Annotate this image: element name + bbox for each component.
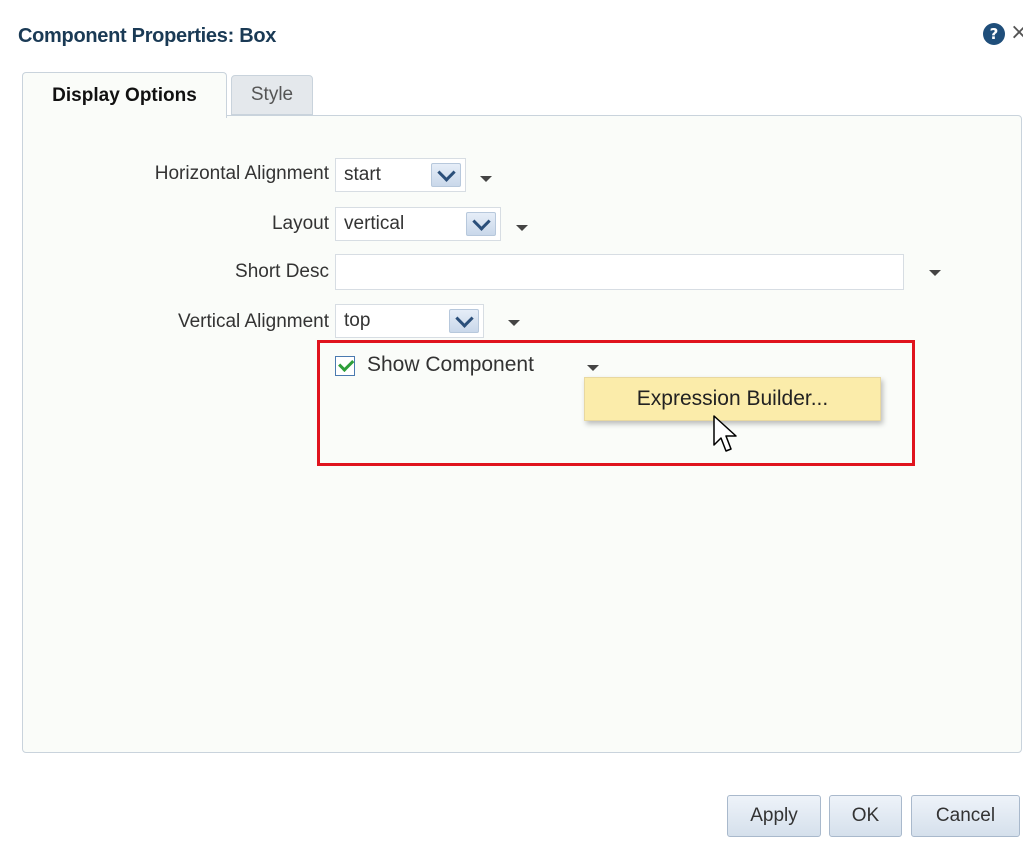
layout-select[interactable]: vertical: [335, 207, 501, 241]
layout-menu-icon[interactable]: [516, 225, 528, 231]
chevron-down-icon[interactable]: [431, 162, 461, 187]
chevron-down-icon[interactable]: [449, 308, 479, 333]
vertical-alignment-value: top: [344, 310, 371, 331]
show-component-menu-icon[interactable]: [587, 365, 599, 371]
horizontal-alignment-select[interactable]: start: [335, 158, 466, 192]
dialog-title: Component Properties: Box: [18, 25, 277, 47]
close-icon[interactable]: ×: [1010, 20, 1023, 45]
layout-value: vertical: [344, 213, 405, 234]
tab-style[interactable]: Style: [231, 75, 313, 115]
layout-label: Layout: [271, 213, 329, 234]
cancel-button[interactable]: Cancel: [911, 795, 1020, 837]
mouse-pointer-icon: [713, 415, 737, 452]
short-desc-menu-icon[interactable]: [929, 270, 941, 276]
horizontal-alignment-label: Horizontal Alignment: [154, 163, 329, 184]
vertical-alignment-select[interactable]: top: [335, 304, 484, 338]
vertical-alignment-menu-icon[interactable]: [508, 320, 520, 326]
short-desc-input[interactable]: [335, 254, 904, 290]
ok-button[interactable]: OK: [829, 795, 902, 837]
help-icon[interactable]: ?: [983, 23, 1005, 45]
chevron-down-icon[interactable]: [466, 211, 496, 236]
component-properties-dialog: Component Properties: Box ? × Display Op…: [0, 0, 1023, 842]
horizontal-alignment-menu-icon[interactable]: [480, 176, 492, 182]
checkmark-icon: [337, 355, 354, 373]
horizontal-alignment-value: start: [344, 164, 381, 185]
vertical-alignment-label: Vertical Alignment: [177, 311, 329, 332]
show-component-label[interactable]: Show Component: [367, 353, 534, 377]
apply-button[interactable]: Apply: [727, 795, 821, 837]
tab-display-options[interactable]: Display Options: [22, 72, 227, 118]
short-desc-label: Short Desc: [235, 261, 329, 282]
show-component-checkbox[interactable]: [335, 355, 355, 376]
